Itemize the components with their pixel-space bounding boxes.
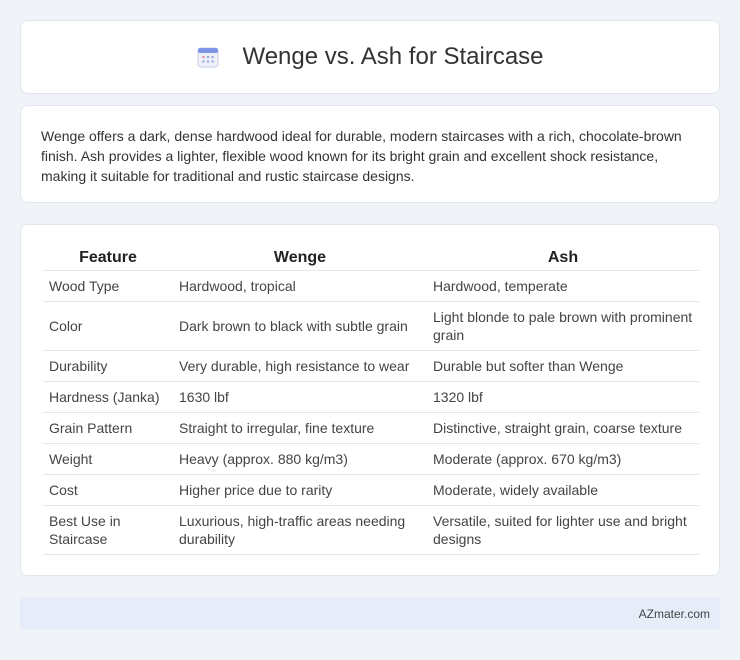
comparison-table-card: Feature Wenge Ash Wood Type Hardwood, tr…: [20, 224, 720, 576]
table-row: Grain Pattern Straight to irregular, fin…: [43, 413, 699, 444]
footer-source-text: AZmater.com: [638, 606, 710, 621]
ash-cell: 1320 lbf: [427, 382, 699, 413]
intro-card: Wenge offers a dark, dense hardwood idea…: [20, 105, 720, 203]
table-row: Cost Higher price due to rarity Moderate…: [43, 475, 699, 506]
ash-cell: Light blonde to pale brown with prominen…: [427, 302, 699, 351]
title-wrap: Wenge vs. Ash for Staircase: [196, 43, 544, 71]
table-row: Weight Heavy (approx. 880 kg/m3) Moderat…: [43, 444, 699, 475]
header-card: Wenge vs. Ash for Staircase: [20, 20, 720, 94]
feature-cell: Weight: [43, 444, 173, 475]
feature-cell: Hardness (Janka): [43, 382, 173, 413]
ash-cell: Hardwood, temperate: [427, 271, 699, 302]
ash-cell: Moderate, widely available: [427, 475, 699, 506]
footer-bar: AZmater.com: [20, 597, 720, 630]
page-title: Wenge vs. Ash for Staircase: [242, 43, 544, 70]
ash-cell: Durable but softer than Wenge: [427, 351, 699, 382]
comparison-table: Feature Wenge Ash Wood Type Hardwood, tr…: [43, 247, 699, 555]
wenge-cell: Higher price due to rarity: [173, 475, 427, 506]
calendar-icon: [197, 47, 219, 68]
column-header-wenge: Wenge: [173, 247, 427, 271]
wenge-cell: Dark brown to black with subtle grain: [173, 302, 427, 351]
wenge-cell: Heavy (approx. 880 kg/m3): [173, 444, 427, 475]
ash-cell: Distinctive, straight grain, coarse text…: [427, 413, 699, 444]
ash-cell: Versatile, suited for lighter use and br…: [427, 506, 699, 555]
ash-cell: Moderate (approx. 670 kg/m3): [427, 444, 699, 475]
feature-cell: Wood Type: [43, 271, 173, 302]
wenge-cell: Very durable, high resistance to wear: [173, 351, 427, 382]
wenge-cell: Luxurious, high-traffic areas needing du…: [173, 506, 427, 555]
feature-cell: Cost: [43, 475, 173, 506]
table-row: Hardness (Janka) 1630 lbf 1320 lbf: [43, 382, 699, 413]
column-header-ash: Ash: [427, 247, 699, 271]
column-header-feature: Feature: [43, 247, 173, 271]
wenge-cell: Straight to irregular, fine texture: [173, 413, 427, 444]
feature-cell: Color: [43, 302, 173, 351]
table-row: Durability Very durable, high resistance…: [43, 351, 699, 382]
feature-cell: Durability: [43, 351, 173, 382]
feature-cell: Grain Pattern: [43, 413, 173, 444]
wenge-cell: Hardwood, tropical: [173, 271, 427, 302]
table-row: Wood Type Hardwood, tropical Hardwood, t…: [43, 271, 699, 302]
feature-cell: Best Use in Staircase: [43, 506, 173, 555]
wenge-cell: 1630 lbf: [173, 382, 427, 413]
table-row: Best Use in Staircase Luxurious, high-tr…: [43, 506, 699, 555]
table-row: Color Dark brown to black with subtle gr…: [43, 302, 699, 351]
table-header-row: Feature Wenge Ash: [43, 247, 699, 271]
intro-paragraph: Wenge offers a dark, dense hardwood idea…: [41, 128, 682, 184]
